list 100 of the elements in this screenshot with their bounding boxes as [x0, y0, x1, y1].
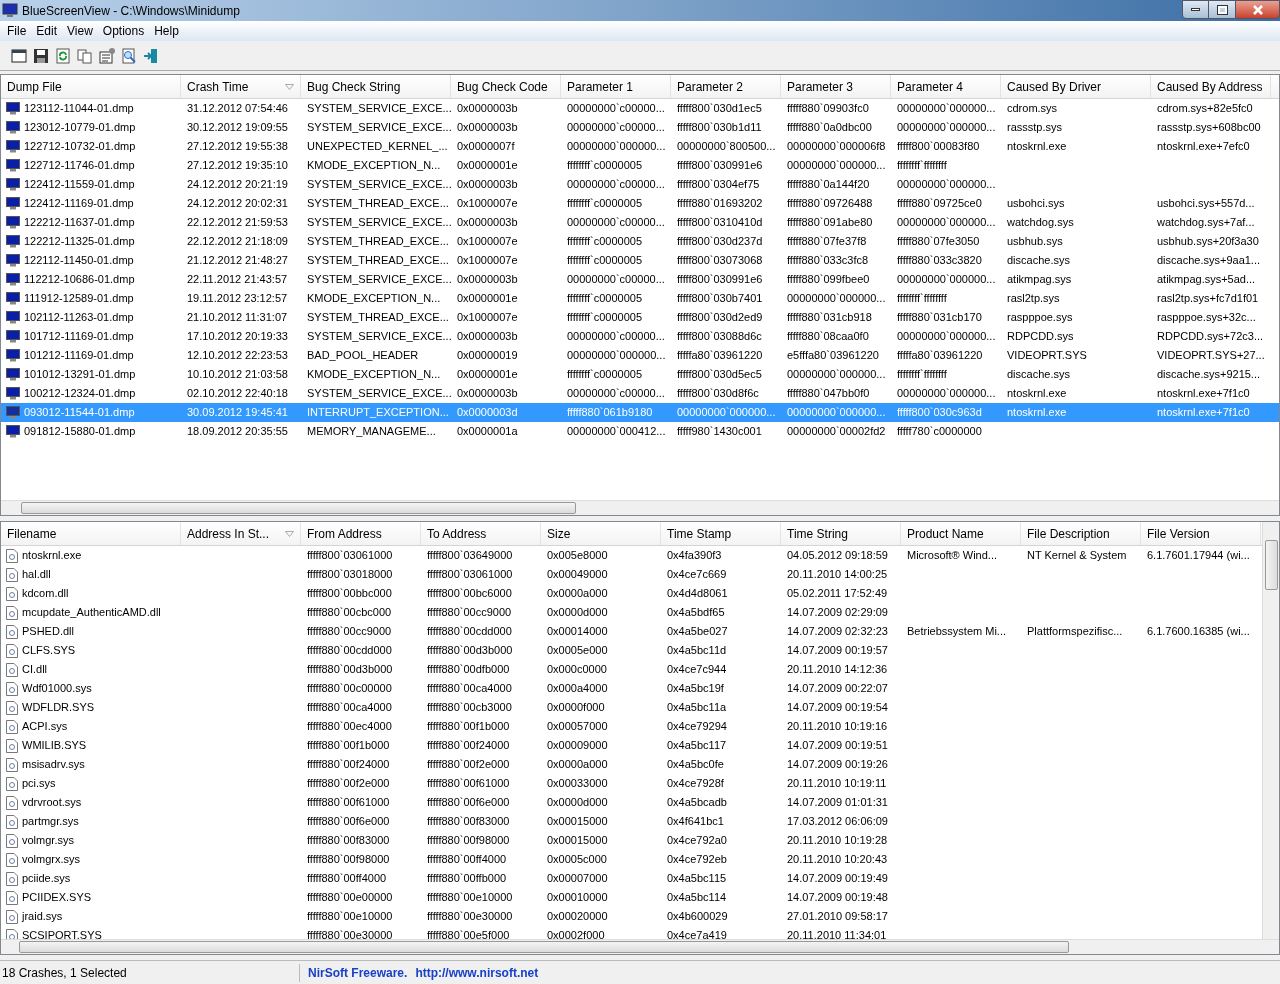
table-cell-text: SYSTEM_SERVICE_EXCE... — [307, 329, 451, 345]
file-icon — [6, 738, 18, 753]
table-cell-text: 00000000`000000... — [897, 329, 996, 345]
exit-icon[interactable] — [142, 46, 160, 65]
maximize-button[interactable] — [1209, 0, 1235, 19]
sort-arrow-icon — [285, 83, 294, 90]
crash-row[interactable]: 123012-10779-01.dmp 30.12.2012 19:09:55 SYSTEM_SERVICE_EXCE... 0x0000003b 00000000`c00000... fffff800`030b1d11 fffff880`0a0dbc00 00000000`000000... rassstp.sys rassstp.sys+608bc00 — [1, 118, 1279, 137]
table-cell-text: 00000000`000000... — [787, 291, 886, 307]
table-cell-text: 20.11.2010 10:19:11 — [787, 776, 887, 792]
table-cell-text: 27.01.2010 09:58:17 — [787, 909, 888, 925]
crash-row[interactable]: 101212-11169-01.dmp 12.10.2012 22:23:53 BAD_POOL_HEADER 0x00000019 00000000`000000... fffffa80`03961220 e5fffa80`03961220 fffffa80`03961220 VIDEOPRT.SYS VIDEOPRT.SYS+27... — [1, 346, 1279, 365]
table-cell-text: e5fffa80`03961220 — [787, 348, 879, 364]
crash-row[interactable]: 111912-12589-01.dmp 19.11.2012 23:12:57 KMODE_EXCEPTION_N... 0x0000001e ffffffff`c0000005 fffff800`030b7401 00000000`000000... ffffffff`ffffffff rasl2tp.sys rasl2tp.sys+fc7d1f01 — [1, 289, 1279, 308]
horizontal-scrollbar[interactable] — [1, 939, 1279, 954]
crash-row[interactable]: 101712-11169-01.dmp 17.10.2012 20:19:33 SYSTEM_SERVICE_EXCE... 0x0000003b 00000000`c00000... fffff800`03088d6c fffff880`08caa0f0 00000000`000000... RDPCDD.sys RDPCDD.sys+72c3... — [1, 327, 1279, 346]
table-cell-text: 0x0000003b — [457, 386, 518, 402]
column-header[interactable]: Parameter 1 — [561, 75, 671, 98]
properties-icon[interactable] — [98, 46, 116, 65]
crash-row[interactable]: 100212-12324-01.dmp 02.10.2012 22:40:18 SYSTEM_SERVICE_EXCE... 0x0000003b 00000000`c00000... fffff800`030d8f6c fffff880`047bb0f0 00000000`000000... ntoskrnl.exe ntoskrnl.exe+7f1c0 — [1, 384, 1279, 403]
column-header[interactable]: To Address — [421, 522, 541, 545]
vertical-scrollbar[interactable] — [1262, 522, 1279, 939]
window-icon[interactable] — [10, 46, 28, 65]
website-link[interactable]: http://www.nirsoft.net — [415, 963, 539, 982]
minimize-button[interactable] — [1182, 0, 1209, 19]
table-cell-text: ntoskrnl.exe+7f1c0 — [1157, 386, 1250, 402]
crash-row[interactable]: 112212-10686-01.dmp 22.11.2012 21:43:57 SYSTEM_SERVICE_EXCE... 0x0000003b 00000000`c00000... fffff800`030991e6 fffff880`099fbee0 00000000`000000... atikmpag.sys atikmpag.sys+5ad... — [1, 270, 1279, 289]
horizontal-scrollbar[interactable] — [1, 500, 1279, 515]
table-cell-text: 0x000a4000 — [547, 681, 608, 697]
table-cell-text: fffff880`033c3820 — [897, 253, 982, 269]
monitor-icon — [6, 121, 20, 134]
scrollbar-thumb[interactable] — [21, 502, 576, 514]
table-cell-text: 20.11.2010 10:19:28 — [787, 833, 888, 849]
table-cell-text: fffff880`00f6e000 — [427, 795, 510, 811]
column-header[interactable]: Filename — [1, 522, 181, 545]
table-cell-text: KMODE_EXCEPTION_N... — [307, 291, 441, 307]
crash-row[interactable]: 091812-15880-01.dmp 18.09.2012 20:35:55 MEMORY_MANAGEME... 0x0000001a 00000000`000412... fffff980`1430c001 00000000`00002fd2 fffff780`c0000000 — [1, 422, 1279, 441]
menu-item[interactable]: Edit — [31, 22, 63, 40]
table-cell-text: 00000000`00002fd2 — [787, 424, 886, 440]
column-header[interactable]: Parameter 2 — [671, 75, 781, 98]
crash-row[interactable]: 123112-11044-01.dmp 31.12.2012 07:54:46 SYSTEM_SERVICE_EXCE... 0x0000003b 00000000`c00000... fffff800`030d1ec5 fffff880`09903fc0 00000000`000000... cdrom.sys cdrom.sys+82e5fc0 — [1, 99, 1279, 118]
search-icon[interactable] — [120, 46, 138, 65]
column-header[interactable]: Time Stamp — [661, 522, 781, 545]
menu-item[interactable]: File — [2, 22, 32, 40]
copy-icon[interactable] — [76, 46, 94, 65]
column-header[interactable]: Parameter 3 — [781, 75, 891, 98]
table-cell-text: 0x4ce7c669 — [667, 567, 727, 583]
table-cell-text: 0x1000007e — [457, 234, 518, 250]
crash-row[interactable]: 122712-11746-01.dmp 27.12.2012 19:35:10 KMODE_EXCEPTION_N... 0x0000001e ffffffff`c0000005 fffff800`030991e6 00000000`000000... ffffffff`ffffffff — [1, 156, 1279, 175]
scrollbar-thumb[interactable] — [1264, 540, 1278, 590]
crash-row[interactable]: 122412-11169-01.dmp 24.12.2012 20:02:31 SYSTEM_THREAD_EXCE... 0x1000007e ffffffff`c0000005 fffff880`01693202 fffff880`09726488 fffff880`09725ce0 usbohci.sys usbohci.sys+557d... — [1, 194, 1279, 213]
column-header[interactable]: From Address — [301, 522, 421, 545]
close-button[interactable] — [1235, 0, 1280, 19]
column-header[interactable]: Parameter 4 — [891, 75, 1001, 98]
table-cell-text: 0x0000a000 — [547, 586, 608, 602]
table-cell-text: 0x0000d000 — [547, 795, 608, 811]
column-header[interactable]: Address In St... — [181, 522, 301, 545]
column-header[interactable]: Size — [541, 522, 661, 545]
table-cell-text: 112212-10686-01.dmp — [24, 272, 135, 288]
crash-row[interactable]: 122212-11325-01.dmp 22.12.2012 21:18:09 SYSTEM_THREAD_EXCE... 0x1000007e ffffffff`c0000005 fffff800`030d237d fffff880`07fe37f8 fffff880`07fe3050 usbhub.sys usbhub.sys+20f3a30 — [1, 232, 1279, 251]
column-header[interactable]: Product Name — [901, 522, 1021, 545]
table-cell-text: usbhub.sys+20f3a30 — [1157, 234, 1259, 250]
table-cell-text: 0x00049000 — [547, 567, 608, 583]
table-cell-text: ffffffff`c0000005 — [567, 291, 643, 307]
column-header[interactable]: Caused By Address — [1151, 75, 1271, 98]
file-icon — [6, 795, 18, 810]
table-cell-text: fffff980`1430c001 — [677, 424, 762, 440]
table-cell-text: WMILIB.SYS — [22, 738, 87, 754]
crash-row[interactable]: 122112-11450-01.dmp 21.12.2012 21:48:27 SYSTEM_THREAD_EXCE... 0x1000007e ffffffff`c0000005 fffff800`03073068 fffff880`033c3fc8 fffff880`033c3820 discache.sys discache.sys+9aa1... — [1, 251, 1279, 270]
table-cell-text: fffff800`03649000 — [427, 548, 513, 564]
menu-item[interactable]: View — [62, 22, 98, 40]
column-header[interactable]: Time String — [781, 522, 901, 545]
column-header[interactable]: Crash Time — [181, 75, 301, 98]
table-cell-text: 0x0000001e — [457, 158, 518, 174]
column-header[interactable]: Bug Check Code — [451, 75, 561, 98]
menu-item[interactable]: Options — [97, 22, 150, 40]
menu-item[interactable]: Help — [149, 22, 184, 40]
refresh-icon[interactable] — [54, 46, 72, 65]
column-header[interactable]: Dump File — [1, 75, 181, 98]
table-cell-text: 0x1000007e — [457, 253, 518, 269]
table-cell-text: 101712-11169-01.dmp — [24, 329, 134, 345]
table-cell-text: rassstp.sys+608bc00 — [1157, 120, 1261, 136]
table-cell-text: 12.10.2012 22:23:53 — [187, 348, 288, 364]
column-header[interactable]: Caused By Driver — [1001, 75, 1151, 98]
column-header[interactable]: File Description — [1021, 522, 1141, 545]
table-cell-text: SYSTEM_THREAD_EXCE... — [307, 234, 449, 250]
column-header[interactable]: Bug Check String — [301, 75, 451, 98]
crash-row[interactable]: 122412-11559-01.dmp 24.12.2012 20:21:19 SYSTEM_SERVICE_EXCE... 0x0000003b 00000000`c00000... fffff800`0304ef75 fffff880`0a144f20 00000000`000000... — [1, 175, 1279, 194]
scrollbar-thumb[interactable] — [19, 941, 1069, 953]
save-icon[interactable] — [32, 46, 50, 65]
crash-row[interactable]: 102112-11263-01.dmp 21.10.2012 11:31:07 SYSTEM_THREAD_EXCE... 0x1000007e ffffffff`c0000005 fffff800`030d2ed9 fffff880`031cb918 fffff880`031cb170 raspppoe.sys raspppoe.sys+32c... — [1, 308, 1279, 327]
crash-row[interactable]: 122212-11637-01.dmp 22.12.2012 21:59:53 SYSTEM_SERVICE_EXCE... 0x0000003b 00000000`c00000... fffff800`0310410d fffff880`091abe80 00000000`000000... watchdog.sys watchdog.sys+7af... — [1, 213, 1279, 232]
table-cell-text: fffff880`00ff4000 — [427, 852, 507, 868]
crash-row[interactable]: 122712-10732-01.dmp 27.12.2012 19:55:38 UNEXPECTED_KERNEL_... 0x0000007f 00000000`000000... 00000000`800500... 00000000`000006f8 fffff800`00083f80 ntoskrnl.exe ntoskrnl.exe+7efc0 — [1, 137, 1279, 156]
table-cell-text: 0x0000003b — [457, 120, 518, 136]
crash-row[interactable]: 101012-13291-01.dmp 10.10.2012 21:03:58 KMODE_EXCEPTION_N... 0x0000001e ffffffff`c0000005 fffff800`030d5ec5 00000000`000000... ffffffff`ffffffff discache.sys discache.sys+9215... — [1, 365, 1279, 384]
column-header[interactable]: File Version — [1141, 522, 1261, 545]
table-cell-text: fffff880`00f6e000 — [307, 814, 390, 830]
table-cell-text: fffff880`00e30000 — [427, 909, 513, 925]
file-icon — [6, 548, 18, 563]
table-cell-text: fffff880`061b9180 — [567, 405, 653, 421]
